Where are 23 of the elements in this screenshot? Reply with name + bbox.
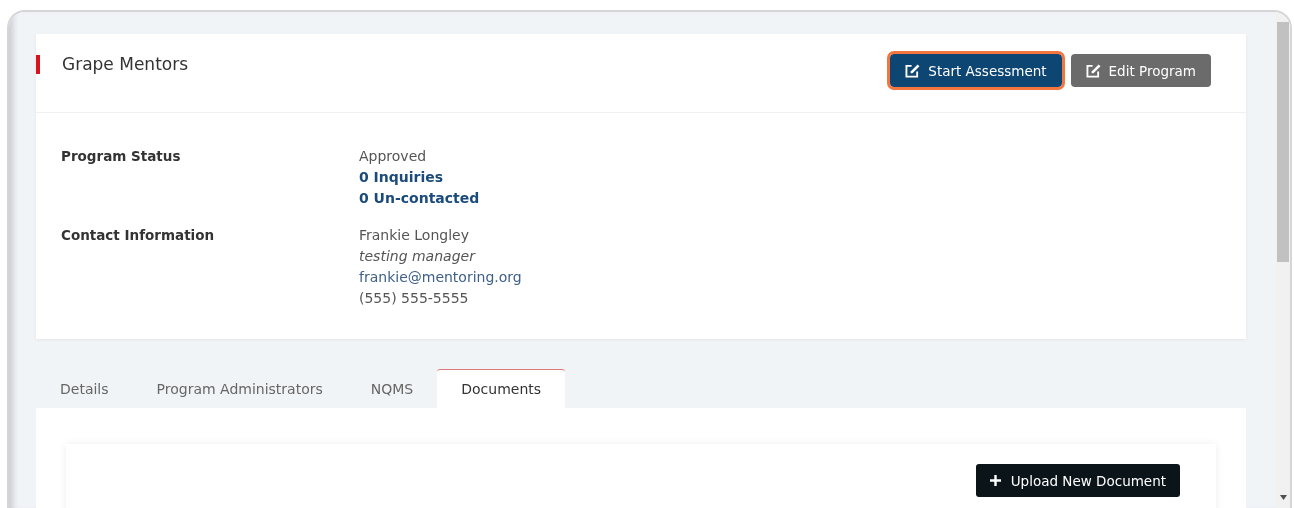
value-link[interactable]: 0 Un-contacted — [359, 188, 480, 209]
detail-label: Contact Information — [61, 226, 216, 245]
accent-bar — [36, 54, 40, 74]
scroll-down-icon[interactable] — [1279, 495, 1287, 500]
edit-button[interactable]: Edit Program — [1070, 54, 1211, 87]
start-button[interactable]: Start Assessment — [890, 54, 1062, 87]
detail-value: Approved — [359, 147, 428, 166]
tab[interactable]: Details — [36, 369, 133, 408]
program-title: Grape Mentors — [62, 54, 189, 74]
tab[interactable]: NQMS — [346, 369, 438, 408]
detail-value: testing manager — [359, 247, 477, 266]
tab[interactable]: Program Administrators — [132, 369, 347, 408]
edit-icon — [1085, 63, 1101, 78]
detail-value: Frankie Longley — [359, 226, 470, 245]
scrollbar[interactable] — [1276, 12, 1290, 508]
detail-label: Program Status — [61, 147, 182, 166]
edit-icon — [905, 63, 921, 78]
value-link[interactable]: frankie@mentoring.org — [359, 267, 522, 288]
detail-value: (555) 555-5555 — [359, 289, 470, 308]
plus-icon — [989, 475, 1001, 486]
upload-button[interactable]: Upload New Document — [975, 464, 1180, 497]
value-link[interactable]: 0 Inquiries — [359, 167, 480, 188]
tab[interactable]: Documents — [437, 369, 566, 408]
